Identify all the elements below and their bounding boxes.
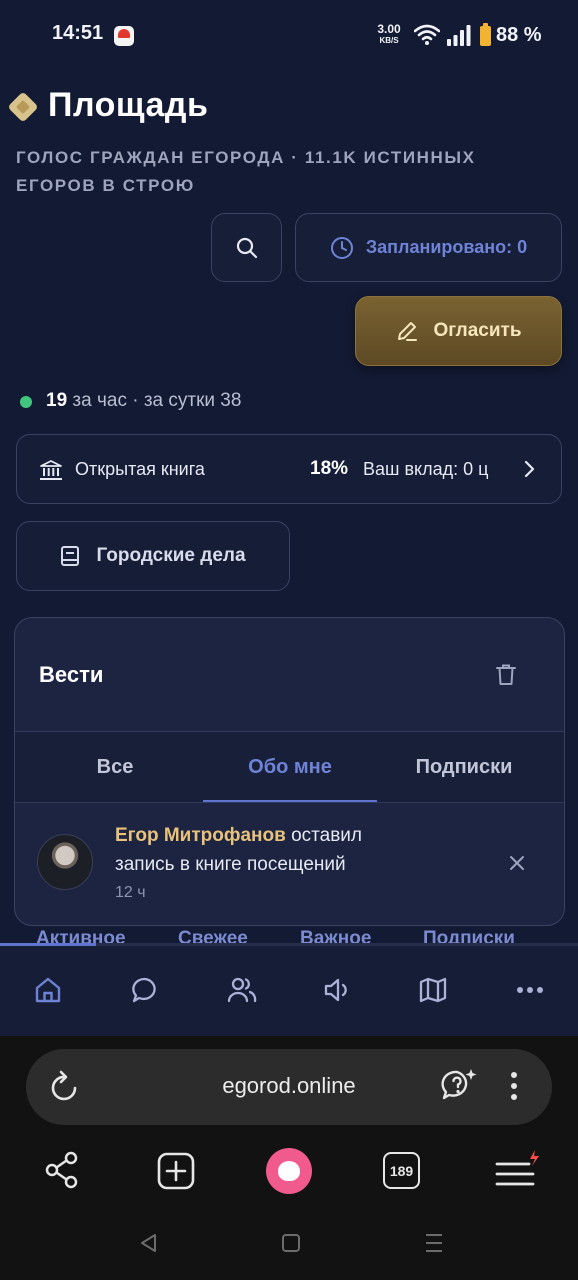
activity-stats: 19 за час · за сутки 38 (46, 390, 241, 412)
status-time: 14:51 (52, 22, 104, 44)
page-title: Площадь (48, 86, 209, 124)
open-book-label: Открытая книга (75, 459, 205, 479)
clock-icon (330, 236, 353, 259)
tab-subscriptions[interactable]: Подписки (372, 756, 556, 779)
city-affairs-label: Городские дела (96, 545, 246, 566)
scheduled-button[interactable]: Запланировано: 0 (295, 213, 562, 282)
new-tab-icon[interactable] (157, 1152, 195, 1190)
notifications-panel: Вести Все Обо мне Подписки Егор Митрофан… (14, 617, 565, 926)
status-bar: 14:51 3.00 KB/S 88 % (0, 0, 578, 72)
tabs-count-button[interactable]: 189 (383, 1152, 420, 1189)
notifications-title: Вести (39, 662, 104, 687)
assistant-icon[interactable] (440, 1067, 478, 1105)
notification-time: 12 ч (115, 884, 146, 901)
home-icon[interactable] (34, 976, 62, 1004)
contribution-text: Ваш вклад: 0 ц (363, 459, 489, 479)
network-speed-value: 3.00 (377, 22, 401, 36)
more-icon[interactable] (516, 986, 544, 994)
signal-icon (447, 25, 471, 46)
logo-icon (7, 91, 39, 123)
activity-rest: за час · за сутки 38 (67, 390, 242, 411)
tab-about-me[interactable]: Обо мне (198, 756, 382, 779)
recents-icon[interactable] (424, 1232, 444, 1254)
map-icon[interactable] (419, 976, 447, 1004)
activity-hour-count: 19 (46, 390, 68, 411)
app-notification-icon (114, 26, 134, 46)
online-indicator-icon (20, 396, 32, 408)
address-bar[interactable]: egorod.online (26, 1049, 552, 1125)
open-book-percent: 18% (310, 458, 349, 479)
back-icon[interactable] (138, 1232, 158, 1254)
battery-level: 88 % (496, 24, 542, 46)
megaphone-icon[interactable] (323, 976, 351, 1004)
notification-text[interactable]: Егор Митрофанов оставил запись в книге п… (115, 821, 415, 879)
bottom-navigation (0, 946, 578, 1036)
menu-icon[interactable] (510, 1071, 518, 1101)
close-icon[interactable] (509, 855, 525, 871)
alice-assistant-icon[interactable] (266, 1148, 312, 1194)
book-icon (61, 546, 80, 566)
tab-all[interactable]: Все (23, 756, 207, 779)
trash-icon[interactable] (495, 663, 517, 687)
wifi-icon (414, 24, 440, 45)
bank-icon (40, 460, 62, 480)
scheduled-label: Запланировано: 0 (365, 237, 528, 257)
announce-button[interactable]: Огласить (355, 296, 562, 366)
share-icon[interactable] (44, 1150, 80, 1190)
announce-label: Огласить (433, 320, 522, 341)
chat-icon[interactable] (131, 976, 159, 1004)
tabs-menu-icon[interactable] (494, 1150, 540, 1190)
home-nav-icon[interactable] (281, 1232, 301, 1254)
chevron-right-icon (524, 460, 535, 478)
city-affairs-button[interactable]: Городские дела (16, 521, 290, 591)
battery-icon (480, 23, 491, 46)
search-icon (236, 237, 257, 258)
network-speed: 3.00 KB/S (372, 22, 406, 46)
network-speed-unit: KB/S (379, 36, 399, 45)
page-subtitle: Голос граждан Егорода · 11.1K истинных Е… (16, 148, 476, 195)
people-icon[interactable] (227, 976, 257, 1004)
divider (15, 802, 564, 803)
avatar[interactable] (37, 834, 93, 890)
pen-icon (398, 322, 418, 341)
notifications-tabs: Все Обо мне Подписки (15, 732, 564, 802)
search-button[interactable] (211, 213, 282, 282)
notification-author[interactable]: Егор Митрофанов (115, 825, 286, 846)
open-book-row[interactable]: Открытая книга 18% Ваш вклад: 0 ц (16, 434, 562, 504)
